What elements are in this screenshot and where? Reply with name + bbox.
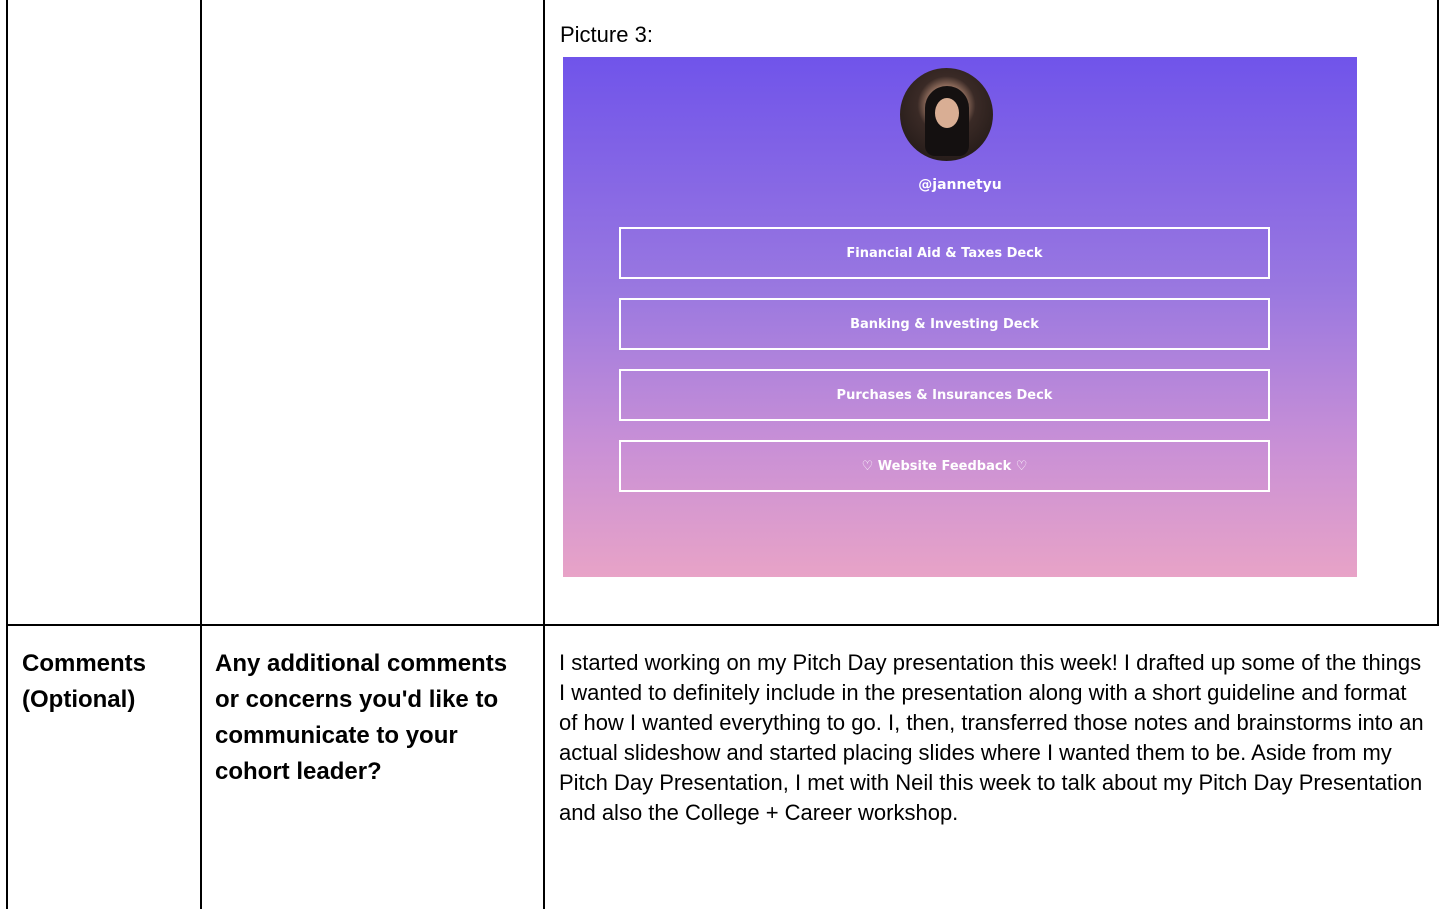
comments-question: Any additional comments or concerns you'…	[215, 650, 508, 785]
link-button-purchases[interactable]: Purchases & Insurances Deck	[619, 369, 1270, 421]
comments-label: Comments (Optional)	[22, 650, 147, 713]
profile-screenshot: @jannetyu Financial Aid & Taxes Deck Ban…	[563, 57, 1357, 577]
table-border-col2	[543, 0, 545, 909]
row-divider	[6, 624, 1439, 626]
table-border-right	[1437, 0, 1439, 625]
profile-handle: @jannetyu	[918, 177, 1002, 193]
table-border-col1	[200, 0, 202, 909]
table-border-left	[6, 0, 8, 909]
link-button-financial-aid[interactable]: Financial Aid & Taxes Deck	[619, 227, 1270, 279]
comments-response: I started working on my Pitch Day presen…	[559, 650, 1424, 825]
avatar	[900, 68, 993, 161]
link-button-banking[interactable]: Banking & Investing Deck	[619, 298, 1270, 350]
link-button-website-feedback[interactable]: ♡ Website Feedback ♡	[619, 440, 1270, 492]
picture-label: Picture 3:	[560, 22, 653, 47]
